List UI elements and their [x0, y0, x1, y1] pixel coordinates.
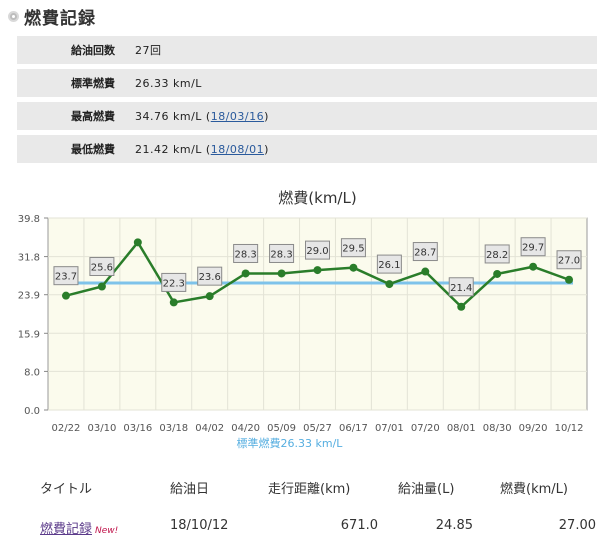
log-fuel-cell: 24.85 [435, 518, 473, 533]
x-tick-label: 04/02 [195, 423, 224, 434]
data-point [457, 302, 466, 311]
log-efficiency-cell: 27.00 [558, 518, 596, 533]
data-label: 23.7 [55, 272, 77, 283]
data-point [277, 269, 286, 278]
stat-value: 26.33 km/L [135, 76, 202, 90]
data-label: 29.7 [522, 243, 544, 254]
x-tick-label: 03/10 [87, 423, 116, 434]
reference-label: 標準燃費26.33 km/L [237, 436, 344, 450]
log-title-link[interactable]: 燃費記録 [40, 522, 92, 537]
data-point [241, 269, 250, 278]
col-header-date: 給油日 [170, 482, 210, 497]
x-tick-label: 03/16 [123, 423, 152, 434]
data-label: 28.2 [486, 250, 508, 261]
data-label: 27.0 [558, 256, 580, 267]
stat-value: 34.76 km/L (18/03/16) [135, 110, 269, 123]
data-label: 23.6 [199, 272, 221, 283]
table-row: 燃費記録 New! 18/10/12 671.0 24.85 27.00 [0, 512, 615, 542]
stat-label: 給油回数 [71, 44, 115, 57]
data-point [313, 266, 322, 275]
chart-title: 燃費(km/L) [278, 189, 356, 207]
x-tick-label: 07/20 [411, 423, 440, 434]
data-point [97, 282, 106, 291]
stat-value-text: 21.42 km/L ( [135, 142, 211, 156]
x-tick-label: 08/30 [483, 423, 512, 434]
stat-row-standard: 標準燃費 26.33 km/L [17, 69, 597, 97]
stat-row-best: 最高燃費 34.76 km/L (18/03/16) [17, 102, 597, 130]
x-tick-label: 04/20 [231, 423, 260, 434]
stat-row-worst: 最低燃費 21.42 km/L (18/08/01) [17, 135, 597, 163]
worst-date-link[interactable]: 18/08/01 [211, 143, 264, 156]
data-label: 29.5 [342, 244, 364, 255]
data-label: 28.3 [235, 249, 257, 260]
y-tick-label: 0.0 [24, 406, 40, 417]
log-distance-cell: 671.0 [340, 518, 378, 533]
stat-value-close: ) [264, 109, 269, 123]
data-label: 29.0 [306, 246, 328, 257]
y-tick-label: 31.8 [18, 253, 40, 264]
x-tick-label: 06/17 [339, 423, 368, 434]
data-point [169, 298, 178, 307]
col-header-title: タイトル [40, 482, 93, 497]
fuel-efficiency-chart: 燃費(km/L) 0.0 8.0 15.9 23.9 31.8 39.8 02/22 03/10… [18, 189, 588, 450]
data-label: 21.4 [450, 283, 472, 294]
x-tick-label: 10/12 [555, 423, 584, 434]
x-tick-label: 09/20 [519, 423, 548, 434]
new-badge: New! [95, 526, 119, 536]
data-point [61, 291, 70, 300]
data-point [385, 280, 394, 289]
bullet-circle-icon [8, 10, 19, 22]
data-point [133, 238, 142, 247]
stat-value: 21.42 km/L (18/08/01) [135, 143, 269, 156]
data-point [565, 275, 574, 284]
data-point [421, 267, 430, 276]
stat-value: 27回 [135, 44, 162, 57]
data-label: 28.7 [414, 248, 436, 259]
stats-table: 給油回数 27回 標準燃費 26.33 km/L 最高燃費 34.76 km/L… [17, 36, 597, 168]
col-header-fuel: 給油量(L) [398, 482, 455, 497]
log-title-cell: 燃費記録 New! [40, 518, 118, 537]
stat-label: 最高燃費 [71, 110, 115, 123]
section-heading: 燃費記録 [8, 5, 96, 29]
stat-label: 標準燃費 [71, 77, 115, 90]
data-point [349, 263, 358, 272]
x-tick-label: 02/22 [52, 423, 81, 434]
best-date-link[interactable]: 18/03/16 [211, 110, 264, 123]
x-tick-label: 08/01 [447, 423, 476, 434]
log-header-row: タイトル 給油日 走行距離(km) 給油量(L) 燃費(km/L) [0, 472, 615, 502]
data-point [205, 292, 214, 301]
fuel-log-table: タイトル 給油日 走行距離(km) 給油量(L) 燃費(km/L) 燃費記録 Ne… [0, 472, 615, 542]
col-header-distance: 走行距離(km) [268, 482, 351, 497]
stat-value-text: 34.76 km/L ( [135, 109, 211, 123]
stat-row-refuel-count: 給油回数 27回 [17, 36, 597, 64]
x-tick-label: 07/01 [375, 423, 404, 434]
y-tick-label: 15.9 [18, 329, 40, 340]
page-title: 燃費記録 [24, 8, 96, 29]
y-tick-label: 39.8 [18, 214, 40, 225]
x-tick-label: 05/27 [303, 423, 332, 434]
y-tick-label: 8.0 [24, 367, 40, 378]
data-label: 28.3 [270, 249, 292, 260]
y-tick-label: 23.9 [18, 291, 40, 302]
col-header-efficiency: 燃費(km/L) [500, 482, 568, 497]
stat-value-close: ) [264, 142, 269, 156]
data-point [493, 269, 502, 278]
data-label: 26.1 [378, 260, 400, 271]
data-point [529, 262, 538, 271]
x-tick-label: 03/18 [159, 423, 188, 434]
stat-label: 最低燃費 [71, 143, 115, 156]
log-date-cell: 18/10/12 [170, 518, 229, 533]
data-label: 22.3 [163, 278, 185, 289]
x-tick-label: 05/09 [267, 423, 296, 434]
data-label: 25.6 [91, 263, 113, 274]
